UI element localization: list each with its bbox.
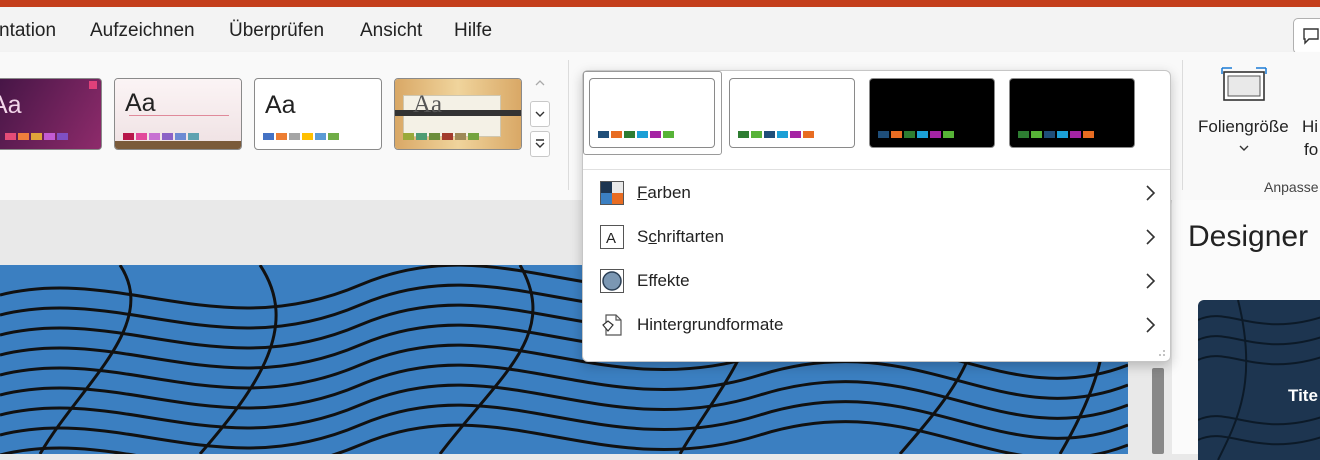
gallery-down-button[interactable] (530, 101, 550, 127)
menu-item-label: Farben (637, 183, 691, 202)
chevron-right-icon (1146, 273, 1156, 289)
slide-size-button[interactable]: Foliengröße (1192, 62, 1298, 162)
menu-item-background-styles[interactable]: Hintergrundformate (583, 303, 1170, 347)
variant-thumbnail-3[interactable] (869, 78, 995, 148)
theme-font-sample: Aa (125, 89, 156, 117)
menu-item-colors[interactable]: Farben (583, 171, 1170, 215)
expand-gallery-icon (535, 139, 545, 148)
slide-size-icon (1221, 67, 1267, 101)
tab-review[interactable]: Überprüfen (229, 20, 324, 42)
customize-group-label: Anpasse (1264, 179, 1319, 195)
effects-icon (600, 269, 624, 293)
ribbon-separator (568, 60, 569, 190)
tab-view[interactable]: Ansicht (360, 20, 422, 42)
svg-text:A: A (606, 230, 616, 247)
designer-thumb-title: Tite (1288, 386, 1318, 405)
slide-scrollbar[interactable] (1152, 368, 1164, 454)
tab-record[interactable]: Aufzeichnen (90, 20, 195, 42)
tab-help[interactable]: Hilfe (454, 20, 492, 42)
variant-thumbnail-1[interactable] (589, 78, 715, 148)
menu-item-label: Schriftarten (637, 227, 724, 246)
chevron-up-icon (535, 80, 545, 86)
gallery-up-button[interactable] (530, 70, 550, 96)
theme-font-sample: Aa (265, 91, 296, 119)
theme-gallery-scroll (530, 70, 551, 158)
theme-thumbnail-2[interactable]: Aa (114, 78, 242, 150)
background-styles-icon (602, 314, 622, 336)
fonts-icon: A (600, 225, 624, 249)
chevron-down-icon (535, 111, 545, 117)
gallery-more-button[interactable] (530, 131, 550, 157)
menu-item-label: Effekte (637, 271, 690, 290)
variant-thumbnail-2[interactable] (729, 78, 855, 148)
menu-item-effects[interactable]: Effekte (583, 259, 1170, 303)
colors-icon (600, 181, 624, 205)
slide-size-label: Foliengröße (1198, 117, 1289, 136)
chevron-right-icon (1146, 317, 1156, 333)
wave-pattern (1198, 300, 1320, 460)
theme-font-sample: Aa (0, 91, 22, 119)
menu-item-fonts[interactable]: A Schriftarten (583, 215, 1170, 259)
theme-font-sample: Aa (413, 91, 443, 118)
designer-pane: Designer Tite (1172, 200, 1320, 460)
menu-item-label: Hintergrundformate (637, 315, 784, 334)
dropdown-divider (583, 169, 1170, 170)
format-background-label-line2: fo (1304, 140, 1319, 159)
variant-thumbnail-4[interactable] (1009, 78, 1135, 148)
designer-suggestion[interactable]: Tite (1198, 300, 1320, 460)
chevron-right-icon (1146, 229, 1156, 245)
theme-thumbnail-1[interactable]: Aa (0, 78, 102, 150)
ribbon-separator (1182, 60, 1183, 190)
ribbon-tabs: ntation Aufzeichnen Überprüfen Ansicht H… (0, 7, 1320, 54)
comments-button[interactable] (1293, 18, 1320, 54)
tab-presentation[interactable]: ntation (0, 20, 56, 42)
theme-thumbnail-4[interactable]: Aa (394, 78, 522, 150)
format-background-label[interactable]: Hi (1302, 117, 1318, 137)
resize-grip-icon[interactable] (1158, 349, 1166, 357)
title-bar-accent (0, 0, 1320, 7)
variants-dropdown: Farben A Schriftarten Effekte Hintergrun… (582, 70, 1171, 362)
chevron-right-icon (1146, 185, 1156, 201)
theme-thumbnail-3[interactable]: Aa (254, 78, 382, 150)
chevron-down-icon (1239, 145, 1249, 151)
designer-title: Designer (1188, 220, 1309, 253)
comment-icon (1303, 28, 1319, 45)
